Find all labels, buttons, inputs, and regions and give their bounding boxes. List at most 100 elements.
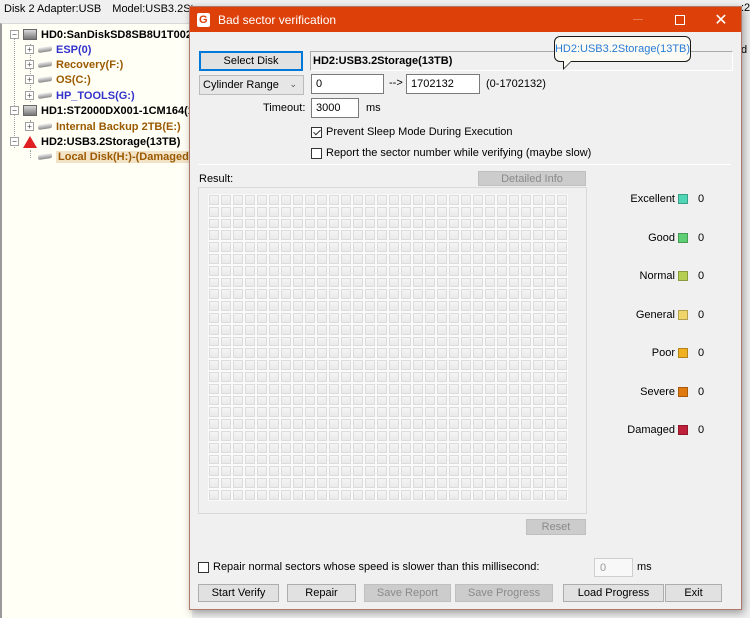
sector-cell — [556, 370, 568, 383]
tree-node-os[interactable]: + OS(C:) — [25, 72, 91, 87]
sector-cell — [448, 264, 460, 277]
sector-cell — [520, 418, 532, 430]
repair-slow-checkbox[interactable] — [198, 561, 209, 573]
collapse-icon[interactable]: − — [10, 30, 19, 39]
detailed-info-button[interactable]: Detailed Info — [478, 171, 586, 186]
repair-slow-option[interactable]: Repair normal sectors whose speed is slo… — [198, 561, 539, 573]
minimize-button[interactable] — [618, 7, 658, 32]
tree-node-hd2[interactable]: − HD2:USB3.2Storage(13TB) — [10, 134, 180, 149]
close-button[interactable]: ✕ — [701, 7, 741, 32]
disk-tree[interactable]: − HD0:SanDiskSD8SB8U1T00200 + ESP(0) + R… — [0, 23, 192, 618]
load-progress-button[interactable]: Load Progress — [563, 584, 664, 602]
sector-cell — [220, 217, 232, 230]
sector-cell — [376, 264, 388, 277]
sector-cell — [376, 418, 388, 430]
legend-swatch — [678, 310, 688, 320]
expand-icon[interactable]: + — [25, 122, 34, 131]
sector-cell — [472, 229, 484, 242]
sector-cell — [280, 300, 292, 312]
sector-cell — [484, 229, 496, 242]
sector-cell — [280, 229, 292, 242]
sector-cell — [472, 194, 484, 206]
sector-cell — [532, 264, 544, 277]
sector-cell — [496, 382, 508, 395]
range-start-input[interactable]: 0 — [311, 74, 384, 94]
repair-button[interactable]: Repair — [287, 584, 356, 602]
range-arrow: --> — [389, 77, 403, 89]
reset-button[interactable]: Reset — [526, 519, 586, 535]
sector-cell — [388, 382, 400, 395]
tree-node-hd1[interactable]: − HD1:ST2000DX001-1CM164(1 — [10, 103, 192, 118]
sector-cell — [328, 205, 340, 218]
sector-cell — [376, 300, 388, 312]
report-sector-option[interactable]: Report the sector number while verifying… — [311, 147, 591, 159]
sector-cell — [304, 477, 316, 489]
sector-cell — [484, 252, 496, 265]
tree-node-hd0[interactable]: − HD0:SanDiskSD8SB8U1T00200 — [10, 27, 192, 42]
sector-cell — [472, 335, 484, 348]
sector-cell — [448, 311, 460, 324]
timeout-input[interactable]: 3000 — [311, 98, 359, 118]
sector-cell — [544, 347, 556, 360]
sector-cell — [424, 229, 436, 242]
sector-cell — [232, 477, 244, 489]
sector-cell — [304, 241, 316, 253]
sector-cell — [256, 441, 268, 454]
repair-slow-threshold-input[interactable]: 0 — [594, 558, 633, 577]
collapse-icon[interactable]: − — [10, 106, 19, 115]
sector-cell — [544, 264, 556, 277]
sector-cell — [424, 477, 436, 489]
legend-label: Excellent — [630, 193, 675, 205]
tree-node-local-disk-h[interactable]: Local Disk(H:)-(Damaged) — [38, 149, 192, 164]
sector-cell — [412, 229, 424, 242]
exit-button[interactable]: Exit — [665, 584, 722, 602]
expand-icon[interactable]: + — [25, 91, 34, 100]
sector-cell — [316, 488, 328, 501]
sector-cell — [268, 370, 280, 383]
start-verify-button[interactable]: Start Verify — [198, 584, 279, 602]
save-report-button[interactable]: Save Report — [364, 584, 451, 602]
save-progress-button[interactable]: Save Progress — [455, 584, 553, 602]
dialog-titlebar[interactable]: Bad sector verification ✕ — [190, 7, 741, 32]
report-sector-checkbox[interactable] — [311, 147, 322, 159]
sector-cell — [508, 406, 520, 419]
expand-icon[interactable]: + — [25, 75, 34, 84]
sector-cell — [448, 370, 460, 383]
sector-cell — [436, 418, 448, 430]
tree-node-hp-tools[interactable]: + HP_TOOLS(G:) — [25, 88, 135, 103]
sector-cell — [532, 205, 544, 218]
sector-cell — [388, 465, 400, 478]
chevron-down-icon: ⌄ — [289, 79, 297, 89]
sector-cell — [556, 335, 568, 348]
prevent-sleep-checkbox[interactable] — [311, 126, 322, 138]
legend-swatch — [678, 233, 688, 243]
repair-slow-unit: ms — [637, 561, 652, 573]
sector-cell — [268, 453, 280, 466]
expand-icon[interactable]: + — [25, 60, 34, 69]
expand-icon[interactable]: + — [25, 45, 34, 54]
sector-cell — [556, 276, 568, 289]
range-end-input[interactable]: 1702132 — [406, 74, 480, 94]
select-disk-button[interactable]: Select Disk — [199, 51, 303, 71]
range-mode-select[interactable]: Cylinder Range ⌄ — [199, 75, 304, 95]
sector-cell — [448, 300, 460, 312]
sector-cell — [364, 370, 376, 383]
sector-cell — [208, 441, 220, 454]
sector-cell — [556, 488, 568, 501]
collapse-icon[interactable]: − — [10, 137, 19, 146]
sector-cell — [460, 429, 472, 442]
prevent-sleep-option[interactable]: Prevent Sleep Mode During Execution — [311, 126, 513, 138]
sector-cell — [268, 288, 280, 301]
sector-cell — [556, 194, 568, 206]
sector-cell — [484, 311, 496, 324]
sector-cell — [388, 370, 400, 383]
sector-cell — [340, 276, 352, 289]
tree-node-esp[interactable]: + ESP(0) — [25, 42, 91, 57]
maximize-button[interactable] — [660, 7, 700, 32]
tree-node-recovery[interactable]: + Recovery(F:) — [25, 57, 123, 72]
sector-cell — [328, 477, 340, 489]
sector-cell — [424, 300, 436, 312]
tree-node-internal-backup[interactable]: + Internal Backup 2TB(E:) — [25, 119, 181, 134]
sector-cell — [232, 465, 244, 478]
sector-cell — [316, 465, 328, 478]
